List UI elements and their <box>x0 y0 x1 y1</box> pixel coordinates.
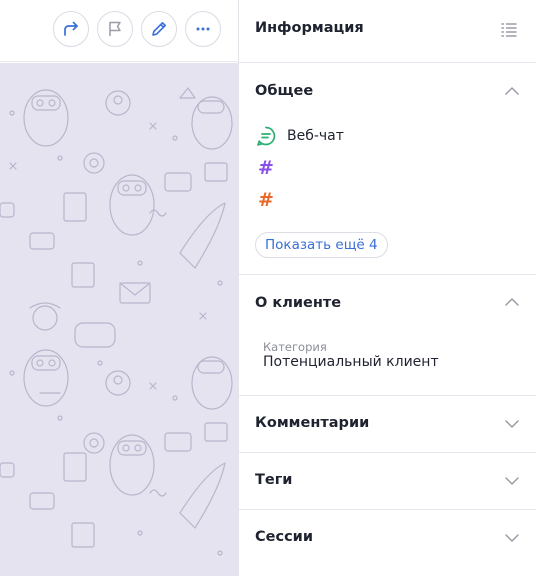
info-title: Информация <box>255 20 364 36</box>
channel-item-hash-orange[interactable]: # <box>255 188 277 212</box>
chat-background-pattern <box>0 63 238 576</box>
info-header: Информация <box>239 0 536 63</box>
chevron-down-icon[interactable] <box>504 473 520 489</box>
section-client-title[interactable]: О клиенте <box>255 295 341 311</box>
info-panel: Информация Общее Веб-чат # # Показать ещ… <box>239 0 536 576</box>
chat-pane <box>0 0 238 576</box>
show-more-button[interactable]: Показать ещё 4 <box>255 232 388 258</box>
chevron-up-icon[interactable] <box>504 294 520 310</box>
chevron-down-icon[interactable] <box>504 530 520 546</box>
section-tags-title: Теги <box>255 472 293 488</box>
category-value: Потенциальный клиент <box>263 354 439 370</box>
forward-button[interactable] <box>53 11 89 47</box>
chevron-down-icon[interactable] <box>504 416 520 432</box>
hash-icon: # <box>258 156 274 179</box>
channel-label: Веб-чат <box>287 128 344 144</box>
doodle-pattern <box>0 87 233 556</box>
flag-button[interactable] <box>97 11 133 47</box>
section-client: О клиенте <box>239 275 536 396</box>
edit-button[interactable] <box>141 11 177 47</box>
category-label: Категория <box>263 340 327 354</box>
chat-bubble-icon <box>255 125 277 147</box>
more-dots-icon <box>196 27 210 31</box>
channel-item-hash-purple[interactable]: # <box>255 156 277 180</box>
section-sessions[interactable]: Сессии <box>239 510 536 576</box>
pencil-icon <box>152 22 166 36</box>
forward-arrow-icon <box>64 21 78 36</box>
section-sessions-title: Сессии <box>255 529 313 545</box>
more-button[interactable] <box>185 11 221 47</box>
section-comments[interactable]: Комментарии <box>239 396 536 453</box>
flag-icon <box>109 21 121 36</box>
section-comments-title: Комментарии <box>255 415 370 431</box>
channel-item-webchat[interactable]: Веб-чат <box>255 124 344 148</box>
list-icon[interactable] <box>500 21 518 39</box>
hash-icon: # <box>258 188 274 211</box>
section-general-title[interactable]: Общее <box>255 83 313 99</box>
chat-toolbar <box>0 0 238 62</box>
chevron-up-icon[interactable] <box>504 83 520 99</box>
section-tags[interactable]: Теги <box>239 453 536 510</box>
